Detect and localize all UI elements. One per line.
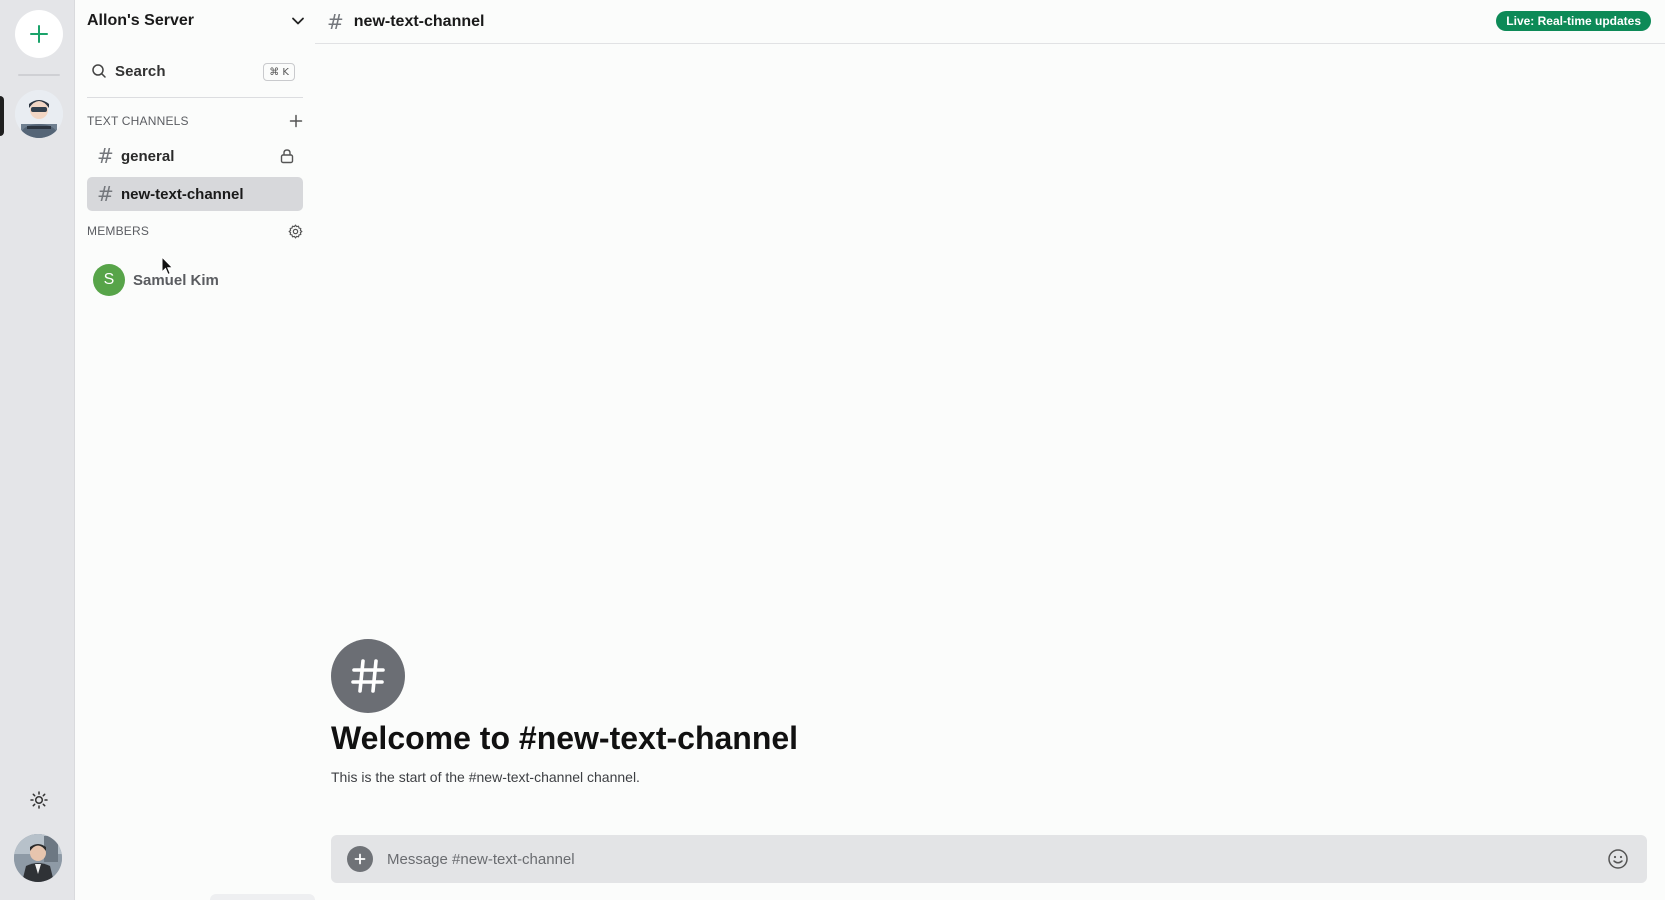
active-server-indicator [0, 96, 4, 136]
mouse-cursor-icon [161, 256, 174, 276]
channel-name: new-text-channel [121, 185, 244, 203]
search-button[interactable]: Search ⌘ K [87, 56, 295, 86]
server-name: Allon's Server [87, 12, 194, 29]
smile-icon [1608, 849, 1628, 869]
search-icon [92, 64, 106, 78]
live-status-badge: Live: Real-time updates [1496, 11, 1651, 31]
plus-icon [30, 25, 48, 43]
channel-sidebar: Allon's Server Search ⌘ K TEXT CHANNELS … [75, 0, 315, 900]
gear-icon[interactable] [288, 224, 303, 239]
attach-button[interactable] [347, 846, 373, 872]
member-name: Samuel Kim [133, 271, 219, 289]
message-composer [331, 835, 1647, 883]
channel-name: general [121, 147, 175, 165]
server-rail [0, 0, 75, 900]
lock-icon [280, 149, 294, 164]
text-channels-header: TEXT CHANNELS [87, 112, 303, 130]
message-input[interactable] [387, 850, 1605, 868]
channel-item-new-text-channel[interactable]: # new-text-channel [87, 177, 303, 211]
member-item[interactable]: S Samuel Kim [93, 264, 293, 296]
rail-divider [18, 74, 60, 76]
server-avatar-image [15, 90, 63, 138]
user-avatar[interactable] [14, 834, 62, 882]
server-menu-button[interactable]: Allon's Server [87, 8, 305, 34]
hash-icon: # [97, 144, 114, 168]
welcome-title: Welcome to #new-text-channel [331, 720, 799, 756]
add-server-button[interactable] [15, 10, 63, 58]
sun-icon [30, 791, 48, 809]
theme-toggle-button[interactable] [27, 788, 51, 812]
search-shortcut-badge: ⌘ K [263, 63, 295, 81]
members-title: MEMBERS [87, 224, 150, 238]
members-header: MEMBERS [87, 222, 303, 240]
sidebar-divider [87, 97, 303, 98]
channel-item-general[interactable]: # general [87, 139, 303, 173]
channel-header: # new-text-channel Live: Real-time updat… [315, 0, 1665, 44]
channel-hash-icon [331, 639, 405, 713]
channel-title: new-text-channel [353, 12, 485, 30]
member-avatar: S [93, 264, 125, 296]
bottom-edge-shadow [210, 894, 315, 900]
welcome-subtitle: This is the start of the #new-text-chann… [331, 769, 640, 785]
add-channel-icon[interactable] [289, 114, 303, 128]
server-avatar[interactable] [15, 90, 63, 138]
hash-icon: # [97, 182, 114, 206]
plus-circle-icon [354, 853, 366, 865]
user-avatar-image [14, 834, 62, 882]
search-label: Search [115, 62, 166, 80]
hash-icon: # [327, 9, 344, 34]
text-channels-title: TEXT CHANNELS [87, 114, 189, 128]
emoji-button[interactable] [1605, 846, 1631, 872]
chevron-down-icon [292, 17, 304, 25]
